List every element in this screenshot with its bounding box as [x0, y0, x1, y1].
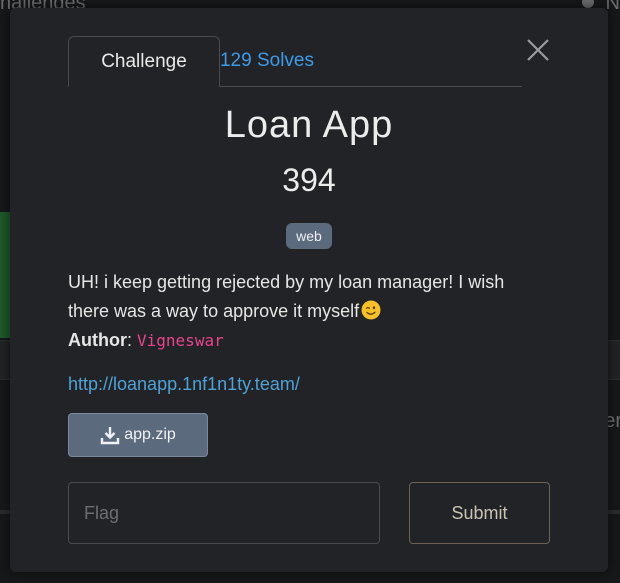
- author-separator: :: [126, 330, 132, 350]
- tab-challenge[interactable]: Challenge: [68, 36, 220, 87]
- modal-tabs: Challenge 129 Solves: [68, 36, 522, 87]
- challenge-modal: Challenge 129 Solves Loan App 394 web UH…: [10, 8, 608, 572]
- category-badge: web: [286, 223, 332, 249]
- author-label: Author: [68, 330, 127, 350]
- close-icon[interactable]: [524, 36, 552, 64]
- submit-button[interactable]: Submit: [409, 482, 550, 544]
- background-user-icon: [582, 0, 594, 8]
- description-text: UH! i keep getting rejected by my loan m…: [68, 272, 505, 321]
- flag-input[interactable]: [68, 482, 380, 544]
- author-line: Author: Vigneswar: [68, 326, 224, 355]
- challenge-points: 394: [282, 162, 336, 198]
- winking-face-icon: [361, 300, 381, 320]
- download-file-button[interactable]: app.zip: [68, 413, 208, 457]
- challenge-link[interactable]: http://loanapp.1nf1n1ty.team/: [68, 374, 300, 395]
- file-name: app.zip: [124, 426, 176, 443]
- download-icon: [101, 427, 120, 445]
- challenge-description: UH! i keep getting rejected by my loan m…: [68, 268, 548, 326]
- author-name: Vigneswar: [137, 331, 224, 350]
- tab-solves[interactable]: 129 Solves: [212, 36, 322, 86]
- challenge-title: Loan App: [224, 104, 394, 146]
